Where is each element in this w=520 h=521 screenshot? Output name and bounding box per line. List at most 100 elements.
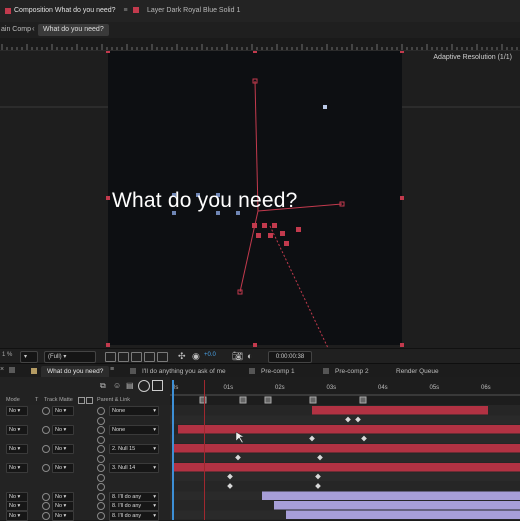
breadcrumb-current-comp[interactable]: What do you need? xyxy=(38,24,109,36)
menu-icon[interactable]: ≡ xyxy=(110,366,114,373)
spiral-icon[interactable] xyxy=(97,502,105,510)
timeline-tracks[interactable] xyxy=(170,405,520,520)
spiral-icon[interactable] xyxy=(97,407,105,415)
parent-dropdown[interactable]: None ▾ xyxy=(109,425,159,435)
timeline-tab-what-do-you-need[interactable]: What do you need? xyxy=(41,366,110,377)
tab-composition[interactable]: Composition What do you need? ≡ xyxy=(4,4,128,18)
parent-dropdown[interactable]: 8. I'll do any ▾ xyxy=(109,510,159,521)
layer-row[interactable] xyxy=(0,416,170,425)
layer-row[interactable] xyxy=(0,473,170,482)
parent-dropdown[interactable]: 3. Null 14 ▾ xyxy=(109,463,159,473)
eye-icon[interactable] xyxy=(42,511,50,520)
column-t: T xyxy=(35,397,39,403)
track-row-bg xyxy=(170,453,520,462)
layer-row[interactable]: No ▾ No ▾ 8. I'll do any ▾ xyxy=(0,501,170,511)
track-matte-dropdown[interactable]: No ▾ xyxy=(52,406,74,416)
layer-column-headers: Mode T Track Matte Parent & Link xyxy=(0,395,170,405)
timeline-tab-ill-do-anything[interactable]: I'll do anything you ask of me xyxy=(136,366,232,377)
zoom-dropdown[interactable]: ▾ xyxy=(20,351,38,363)
parent-dropdown[interactable]: 2. Null 15 ▾ xyxy=(109,444,159,454)
mode-dropdown[interactable]: No ▾ xyxy=(6,491,28,502)
layer-row[interactable]: No ▾ No ▾ None ▾ xyxy=(0,406,170,416)
draft-3d-icon[interactable]: ⧉ xyxy=(100,381,106,391)
panel-tab-bar: Composition What do you need? ≡ Layer Da… xyxy=(0,0,520,23)
transparency-grid-icon[interactable] xyxy=(157,352,168,362)
spiral-icon[interactable] xyxy=(97,511,105,520)
eye-icon[interactable] xyxy=(42,464,50,472)
spiral-icon[interactable] xyxy=(97,454,105,463)
zoom-level[interactable]: 1 % xyxy=(2,352,12,358)
eye-icon[interactable] xyxy=(42,426,50,434)
frame-blending-icon[interactable]: ▤ xyxy=(126,381,134,390)
resolution-dropdown[interactable]: (Full) ▾ xyxy=(44,351,96,363)
timeline-tab-render-queue[interactable]: Render Queue xyxy=(390,366,445,377)
timeline-tab-pre-comp-2[interactable]: Pre-comp 2 xyxy=(329,366,375,377)
layer-duration-bar xyxy=(174,463,520,472)
exposure-value[interactable]: +0.0 xyxy=(204,352,216,358)
parent-dropdown[interactable]: None ▾ xyxy=(109,406,159,416)
spiral-icon[interactable] xyxy=(97,492,105,501)
time-ruler-label: 04s xyxy=(378,385,388,391)
mode-dropdown[interactable]: No ▾ xyxy=(6,425,28,435)
layer-row[interactable]: No ▾ No ▾ None ▾ xyxy=(0,425,170,435)
eye-icon[interactable] xyxy=(42,492,50,501)
track-matte-dropdown[interactable]: No ▾ xyxy=(52,444,74,454)
close-icon[interactable]: × xyxy=(0,366,4,373)
track-matte-dropdown[interactable]: No ▾ xyxy=(52,501,74,511)
time-ruler-label: 01s xyxy=(223,385,234,391)
spiral-icon[interactable] xyxy=(97,435,105,444)
layer-row[interactable]: No ▾ No ▾ 8. I'll do any ▾ xyxy=(0,510,170,521)
eye-icon[interactable] xyxy=(42,502,50,510)
layer-row[interactable] xyxy=(0,482,170,491)
shy-icon[interactable]: ☺ xyxy=(113,381,121,390)
layer-row[interactable] xyxy=(0,454,170,463)
spiral-icon[interactable] xyxy=(97,445,105,453)
current-time-indicator[interactable] xyxy=(172,380,174,520)
parent-dropdown[interactable]: 8. I'll do any ▾ xyxy=(109,491,159,502)
mode-dropdown[interactable]: No ▾ xyxy=(6,463,28,473)
time-ruler[interactable]: 0s 01s 02s 03s 04s 05s 06s xyxy=(170,377,520,405)
layer-row[interactable] xyxy=(0,435,170,444)
layer-row[interactable]: No ▾ No ▾ 2. Null 15 ▾ xyxy=(0,444,170,454)
camera-icon[interactable]: 📷︎ xyxy=(232,351,243,362)
mode-value: No xyxy=(9,512,17,519)
show-snapshot-icon[interactable]: ◐ xyxy=(247,351,252,361)
mode-dropdown[interactable]: No ▾ xyxy=(6,510,28,521)
breadcrumb-main-comp[interactable]: ain Comp xyxy=(0,24,36,36)
spiral-icon[interactable] xyxy=(97,416,105,425)
grid-icon[interactable] xyxy=(118,352,129,362)
region-icon[interactable] xyxy=(144,352,155,362)
timeline-tab-bar: × What do you need? ≡ I'll do anything y… xyxy=(0,363,520,378)
fast-preview-icon[interactable] xyxy=(105,352,116,362)
mode-dropdown[interactable]: No ▾ xyxy=(6,406,28,416)
layer-row[interactable]: No ▾ No ▾ 8. I'll do any ▾ xyxy=(0,491,170,502)
spiral-icon[interactable] xyxy=(97,426,105,434)
spiral-icon[interactable] xyxy=(97,483,105,491)
chevron-down-icon: ▾ xyxy=(153,503,156,509)
track-matte-dropdown[interactable]: No ▾ xyxy=(52,425,74,435)
layer-row[interactable]: No ▾ No ▾ 3. Null 14 ▾ xyxy=(0,463,170,473)
menu-icon[interactable]: ≡ xyxy=(124,7,128,14)
track-matte-dropdown[interactable]: No ▾ xyxy=(52,491,74,502)
eye-icon[interactable] xyxy=(42,407,50,415)
track-matte-dropdown[interactable]: No ▾ xyxy=(52,510,74,521)
eye-icon[interactable] xyxy=(42,445,50,453)
track-matte-dropdown[interactable]: No ▾ xyxy=(52,463,74,473)
current-timecode[interactable]: 0:00:00:38 xyxy=(268,351,312,363)
exposure-icon[interactable]: ◉ xyxy=(192,351,200,362)
composition-text-layer[interactable]: What do you need? xyxy=(112,189,298,213)
tab-layer[interactable]: Layer Dark Royal Blue Solid 1 xyxy=(133,4,240,18)
spiral-icon[interactable] xyxy=(97,473,105,482)
spiral-icon[interactable] xyxy=(97,464,105,472)
parent-dropdown[interactable]: 8. I'll do any ▾ xyxy=(109,501,159,511)
mode-dropdown[interactable]: No ▾ xyxy=(6,501,28,511)
color-channel-icon[interactable]: ✣ xyxy=(178,351,186,362)
graph-editor-icon[interactable] xyxy=(152,380,163,391)
motion-blur-icon[interactable] xyxy=(138,380,150,392)
column-parent-link: Parent & Link xyxy=(97,397,131,403)
ruler-marker xyxy=(309,396,317,404)
mode-dropdown[interactable]: No ▾ xyxy=(6,444,28,454)
composition-viewer[interactable]: What do you need? xyxy=(0,51,520,348)
mask-icon[interactable] xyxy=(131,352,142,362)
timeline-tab-pre-comp-1[interactable]: Pre-comp 1 xyxy=(255,366,301,377)
